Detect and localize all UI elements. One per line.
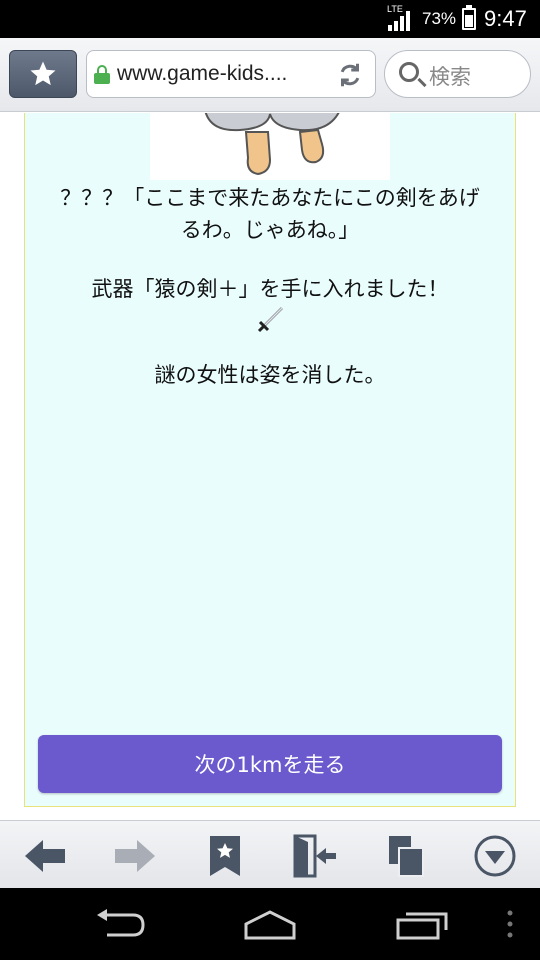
- bookmark-star-button[interactable]: [9, 50, 77, 98]
- browser-toolbar: www.game-kids.... 検索: [0, 38, 540, 112]
- lock-icon: [94, 65, 110, 84]
- signal-icon: [388, 9, 414, 31]
- menu-down-icon: [474, 835, 516, 877]
- overflow-menu-icon: [507, 910, 513, 938]
- status-bar: LTE 73% 9:47: [0, 0, 540, 38]
- home-icon: [244, 910, 296, 940]
- star-icon: [30, 61, 56, 86]
- web-page: ？？？「ここまで来たあなたにこの剣をあげ るわ。じゃあね。」 武器「猿の剣＋」を…: [0, 113, 540, 820]
- reload-button[interactable]: [335, 60, 365, 90]
- system-back-button[interactable]: [92, 906, 148, 942]
- system-recents-button[interactable]: [392, 906, 452, 942]
- sword-icon: [257, 307, 284, 333]
- system-menu-button[interactable]: [502, 906, 518, 942]
- reload-icon: [340, 63, 360, 87]
- run-next-km-button[interactable]: 次の1kmを走る: [38, 735, 502, 793]
- dialogue-line-2: るわ。じゃあね。」: [180, 218, 360, 242]
- search-icon: [399, 62, 419, 82]
- recents-icon: [396, 912, 448, 940]
- story-text: ？？？「ここまで来たあなたにこの剣をあげ るわ。じゃあね。」 武器「猿の剣＋」を…: [25, 182, 515, 391]
- back-arrow-icon: [25, 840, 65, 872]
- forward-arrow-icon: [115, 840, 155, 872]
- dialogue-line-1: ？？？「ここまで来たあなたにこの剣をあげ: [60, 186, 480, 210]
- browser-bottom-bar: [0, 820, 540, 888]
- tabs-icon: [389, 836, 424, 877]
- narration-text: 謎の女性は姿を消した。: [154, 363, 386, 387]
- exit-door-icon: [293, 834, 336, 878]
- system-nav-bar: [0, 888, 540, 960]
- system-home-button[interactable]: [240, 906, 300, 942]
- bookmark-button[interactable]: [202, 833, 248, 879]
- menu-button[interactable]: [472, 833, 518, 879]
- search-placeholder: 検索: [429, 65, 471, 89]
- tabs-button[interactable]: [382, 833, 428, 879]
- item-acquired-text: 武器「猿の剣＋」を手に入れました！: [91, 277, 449, 301]
- forward-button[interactable]: [112, 833, 158, 879]
- search-input[interactable]: 検索: [384, 50, 531, 98]
- story-panel: ？？？「ここまで来たあなたにこの剣をあげ るわ。じゃあね。」 武器「猿の剣＋」を…: [24, 113, 516, 807]
- battery-icon: [462, 5, 476, 30]
- exit-button[interactable]: [292, 833, 338, 879]
- address-bar[interactable]: www.game-kids....: [86, 50, 376, 98]
- character-image: [150, 113, 390, 180]
- url-text: www.game-kids....: [117, 62, 288, 85]
- bookmark-icon: [210, 836, 240, 876]
- back-button[interactable]: [22, 833, 68, 879]
- clock: 9:47: [484, 6, 527, 31]
- battery-percent: 73%: [422, 9, 457, 28]
- system-back-icon: [97, 909, 145, 937]
